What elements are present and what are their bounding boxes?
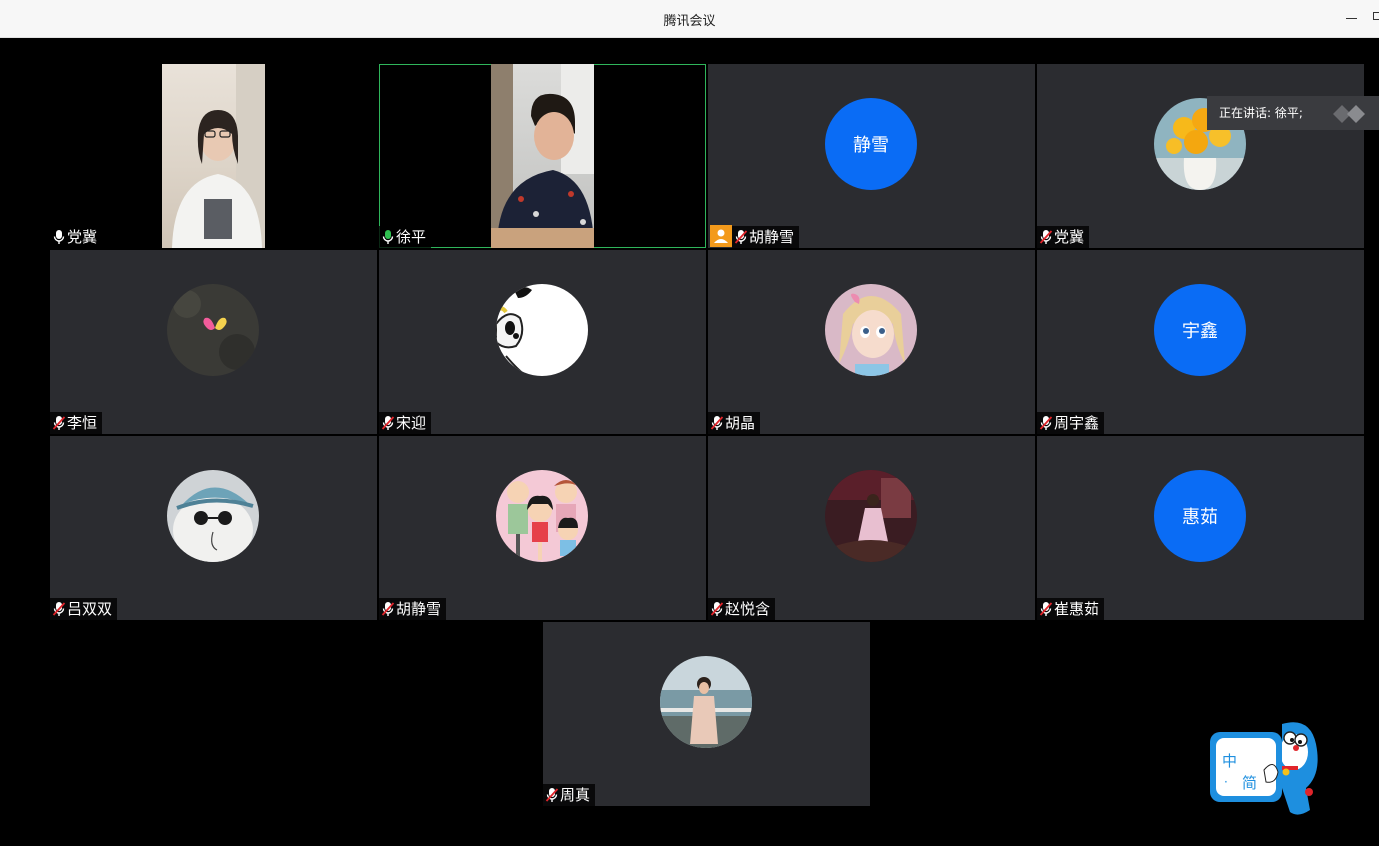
participant-tile[interactable]: 吕双双 (50, 436, 377, 620)
ime-status-widget[interactable]: 中 · 简 (1206, 718, 1318, 818)
ime-dot: · (1224, 775, 1228, 789)
speaking-indicator: 正在讲话: 徐平; (1207, 96, 1379, 130)
participant-name-tag: 赵悦含 (708, 598, 776, 620)
video-feed (491, 64, 594, 248)
ime-script-char: 简 (1242, 774, 1257, 792)
participant-name-tag: 党冀 (1037, 226, 1090, 248)
participant-name-tag: 宋迎 (379, 412, 432, 434)
avatar-cartoon-girl (825, 284, 917, 376)
participant-name: 胡晶 (725, 414, 756, 432)
participant-name: 崔惠茹 (1054, 600, 1100, 618)
microphone-muted-icon[interactable] (710, 600, 724, 618)
participant-tile[interactable]: 静雪 胡静雪 (708, 64, 1035, 248)
participant-tile[interactable]: 宋迎 (379, 250, 706, 434)
participant-tile[interactable]: 胡晶 (708, 250, 1035, 434)
avatar-cartoon-family (496, 470, 588, 562)
avatar-initials: 静雪 (853, 135, 889, 156)
participant-name-tag: 崔惠茹 (1037, 598, 1105, 620)
participant-name: 胡静雪 (749, 228, 795, 246)
participant-name-tag: 周真 (543, 784, 596, 806)
participant-tile-active-speaker[interactable]: 徐平 (379, 64, 706, 248)
video-feed (162, 64, 265, 248)
avatar-woman-by-sea (660, 656, 752, 748)
participant-tile[interactable]: 党冀 (1037, 64, 1364, 248)
participant-tile[interactable]: 惠茹 崔惠茹 (1037, 436, 1364, 620)
participant-name: 周宇鑫 (1054, 414, 1100, 432)
participant-tile[interactable]: 胡静雪 (379, 436, 706, 620)
avatar-cat-with-cap (167, 470, 259, 562)
participant-tile[interactable]: 周真 (543, 622, 870, 806)
participant-name: 胡静雪 (396, 600, 442, 618)
participant-name: 赵悦含 (725, 600, 771, 618)
avatar-girl-dark-room (825, 470, 917, 562)
participant-tile[interactable]: 赵悦含 (708, 436, 1035, 620)
microphone-muted-icon[interactable] (52, 414, 66, 432)
avatar: 静雪 (825, 98, 917, 190)
avatar: 惠茹 (1154, 470, 1246, 562)
avatar-initials: 惠茹 (1182, 507, 1218, 528)
participant-name: 宋迎 (396, 414, 427, 432)
avatar-initials: 宇鑫 (1182, 321, 1218, 342)
participant-name-tag: 党冀 (50, 226, 103, 248)
avatar-pink-heart (167, 284, 259, 376)
microphone-muted-icon[interactable] (1039, 228, 1053, 246)
microphone-muted-icon[interactable] (381, 414, 395, 432)
participant-tile[interactable]: 党冀 (50, 64, 377, 248)
participant-name: 徐平 (396, 228, 427, 246)
participant-name-tag: 吕双双 (50, 598, 118, 620)
microphone-muted-icon[interactable] (545, 786, 559, 804)
avatar: 宇鑫 (1154, 284, 1246, 376)
speaking-label: 正在讲话: 徐平; (1219, 106, 1303, 120)
minimize-button[interactable] (1344, 8, 1360, 26)
participant-name: 吕双双 (67, 600, 113, 618)
microphone-muted-icon[interactable] (1039, 414, 1053, 432)
microphone-muted-icon[interactable] (381, 600, 395, 618)
participant-name-tag: 胡静雪 (732, 226, 800, 248)
participant-name: 党冀 (67, 228, 98, 246)
participant-name-tag: 周宇鑫 (1037, 412, 1105, 434)
microphone-muted-icon[interactable] (1039, 600, 1053, 618)
participant-name: 李恒 (67, 414, 98, 432)
microphone-speaking-icon[interactable] (381, 228, 395, 246)
title-bar: 腾讯会议 (0, 0, 1379, 38)
maximize-button[interactable] (1373, 12, 1379, 20)
microphone-muted-icon[interactable] (52, 600, 66, 618)
microphone-muted-icon[interactable] (734, 228, 748, 246)
window-title: 腾讯会议 (663, 14, 716, 29)
participant-name: 周真 (560, 786, 591, 804)
microphone-icon[interactable] (52, 228, 66, 246)
participant-name-tag: 李恒 (50, 412, 103, 434)
ime-mode-char: 中 (1222, 752, 1237, 770)
participant-tile[interactable]: 宇鑫 周宇鑫 (1037, 250, 1364, 434)
avatar-cartoon-dog (496, 284, 588, 376)
microphone-muted-icon[interactable] (710, 414, 724, 432)
drag-handle-icon[interactable] (1333, 105, 1367, 123)
host-icon (710, 225, 732, 247)
participant-name: 党冀 (1054, 228, 1085, 246)
participant-name-tag: 胡静雪 (379, 598, 447, 620)
doraemon-ime-icon: 中 · 简 (1210, 722, 1318, 815)
video-gallery: 党冀 徐平 静雪 胡静雪 党冀 李恒 宋迎 胡晶 宇鑫 周宇鑫 吕双双 胡静雪 … (0, 38, 1379, 846)
participant-name-tag: 胡晶 (708, 412, 761, 434)
participant-tile[interactable]: 李恒 (50, 250, 377, 434)
participant-name-tag: 徐平 (379, 226, 432, 248)
